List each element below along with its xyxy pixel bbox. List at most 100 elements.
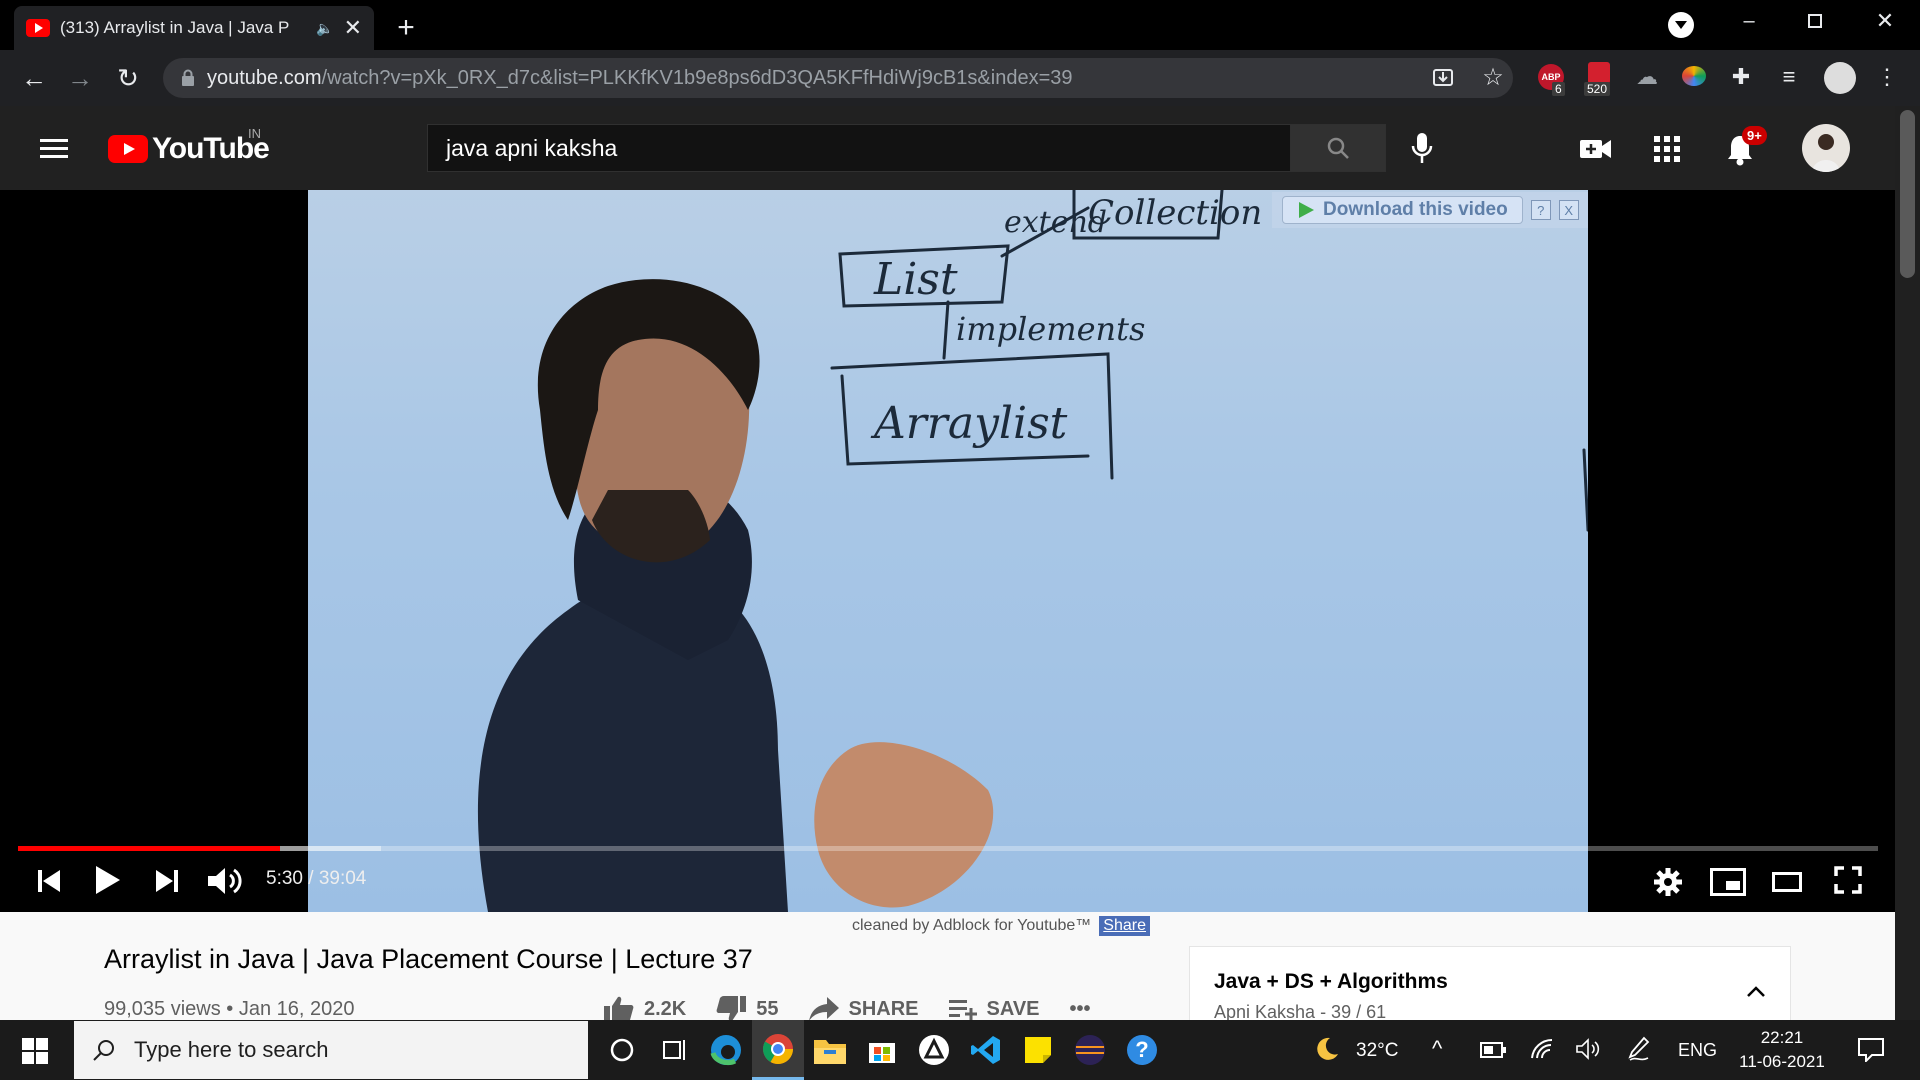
tab-title: (313) Arraylist in Java | Java P xyxy=(60,18,290,37)
progress-played xyxy=(18,846,280,851)
eclipse-ide-icon[interactable] xyxy=(1064,1020,1116,1080)
dislike-button[interactable]: 55 xyxy=(716,996,779,1022)
install-app-icon[interactable] xyxy=(1432,66,1454,88)
url-text: youtube.com/watch?v=pXk_0RX_d7c&list=PLK… xyxy=(207,66,1073,89)
chrome-browser-icon[interactable] xyxy=(752,1020,804,1080)
new-tab-icon[interactable]: + xyxy=(388,10,424,46)
vscode-icon[interactable] xyxy=(960,1020,1012,1080)
svg-text:?: ? xyxy=(1135,1037,1148,1062)
playlist-title[interactable]: Java + DS + Algorithms xyxy=(1214,970,1448,994)
sticky-notes-icon[interactable] xyxy=(1012,1020,1064,1080)
wifi-icon[interactable] xyxy=(1530,1038,1554,1060)
weather-moon-icon[interactable] xyxy=(1314,1036,1340,1062)
play-icon[interactable] xyxy=(96,866,120,894)
input-language[interactable]: ENG xyxy=(1678,1040,1717,1061)
windows-start-icon[interactable] xyxy=(22,1038,48,1064)
search-icon xyxy=(1327,137,1349,159)
search-button[interactable] xyxy=(1290,124,1386,172)
weather-temperature[interactable]: 32°C xyxy=(1356,1040,1398,1062)
forward-icon[interactable]: → xyxy=(64,62,96,94)
extension-count-badge: 520 xyxy=(1584,82,1611,96)
previous-video-icon[interactable] xyxy=(38,870,60,892)
hamburger-menu-icon[interactable] xyxy=(40,138,68,160)
apps-grid-icon[interactable] xyxy=(1654,136,1680,162)
like-button[interactable]: 2.2K xyxy=(604,996,686,1022)
download-video-bar: Download this video ? X xyxy=(1272,192,1588,228)
microsoft-store-icon[interactable] xyxy=(856,1020,908,1080)
chrome-profile-avatar[interactable] xyxy=(1824,62,1856,94)
volume-icon[interactable] xyxy=(208,866,242,896)
media-queue-icon[interactable]: ≡ xyxy=(1774,62,1804,92)
thumbs-down-icon xyxy=(716,996,747,1022)
extension-cloud-icon[interactable]: ☁ xyxy=(1632,62,1662,92)
browser-tab[interactable]: (313) Arraylist in Java | Java P 🔈 ✕ xyxy=(14,6,374,50)
video-still-image: extend Collection List implements Arrayl… xyxy=(477,190,1588,912)
task-view-icon[interactable] xyxy=(648,1020,700,1080)
windows-search-placeholder: Type here to search xyxy=(134,1037,329,1062)
more-actions-button[interactable]: ••• xyxy=(1070,998,1091,1021)
app-icon-white-logo[interactable] xyxy=(908,1020,960,1080)
cortana-icon[interactable] xyxy=(596,1020,648,1080)
board-text-arraylist: Arraylist xyxy=(870,398,1068,449)
youtube-favicon-icon xyxy=(26,19,50,37)
share-arrow-icon xyxy=(808,997,839,1021)
address-bar[interactable]: youtube.com/watch?v=pXk_0RX_d7c&list=PLK… xyxy=(163,58,1513,98)
create-video-icon[interactable] xyxy=(1580,138,1612,160)
download-help-button[interactable]: ? xyxy=(1530,200,1551,220)
notification-badge: 9+ xyxy=(1742,126,1767,145)
thumbs-up-icon xyxy=(604,996,634,1022)
country-code: IN xyxy=(248,126,261,141)
file-explorer-icon[interactable] xyxy=(804,1020,856,1080)
help-question-icon[interactable]: ? xyxy=(1116,1020,1168,1080)
download-video-button[interactable]: Download this video xyxy=(1282,196,1523,224)
battery-icon[interactable] xyxy=(1480,1042,1506,1058)
back-icon[interactable]: ← xyxy=(18,62,50,94)
pen-ink-icon[interactable] xyxy=(1628,1036,1650,1062)
volume-tray-icon[interactable] xyxy=(1576,1038,1602,1060)
board-text-implements: implements xyxy=(956,310,1145,348)
playlist-collapse-chevron-icon[interactable] xyxy=(1746,986,1766,998)
adblock-share-link[interactable]: Share xyxy=(1099,916,1150,936)
miniplayer-icon[interactable] xyxy=(1710,868,1746,896)
minimize-icon[interactable]: – xyxy=(1734,6,1764,36)
board-text-list: List xyxy=(873,254,958,305)
show-hidden-icons-chevron-icon[interactable]: ^ xyxy=(1432,1036,1442,1062)
playlist-add-icon xyxy=(948,1000,977,1020)
chrome-menu-icon[interactable]: ⋮ xyxy=(1874,62,1900,92)
youtube-logo[interactable]: YouTube xyxy=(108,132,270,166)
windows-search-box[interactable]: Type here to search xyxy=(74,1021,588,1079)
lock-icon[interactable] xyxy=(181,69,195,87)
tab-search-icon[interactable] xyxy=(1668,12,1694,38)
adblock-text: cleaned by Adblock for Youtube™ xyxy=(852,917,1092,934)
save-button[interactable]: SAVE xyxy=(948,998,1040,1021)
extension-red-icon[interactable] xyxy=(1588,62,1610,84)
time-display: 5:30 / 39:04 xyxy=(266,868,367,889)
download-close-button[interactable]: X xyxy=(1558,200,1579,220)
clock[interactable]: 22:21 11-06-2021 xyxy=(1736,1026,1828,1074)
theater-mode-icon[interactable] xyxy=(1772,872,1802,892)
fullscreen-icon[interactable] xyxy=(1834,866,1862,894)
window-close-icon[interactable]: ✕ xyxy=(1870,6,1900,36)
reload-icon[interactable]: ↻ xyxy=(112,62,144,94)
account-avatar[interactable] xyxy=(1802,124,1850,172)
extensions-puzzle-icon[interactable]: ✚ xyxy=(1726,62,1756,92)
video-frame[interactable]: extend Collection List implements Arrayl… xyxy=(308,190,1588,912)
action-center-icon[interactable] xyxy=(1858,1038,1884,1062)
share-button[interactable]: SHARE xyxy=(808,997,919,1021)
bookmark-star-icon[interactable]: ☆ xyxy=(1478,62,1508,92)
views-and-date: 99,035 views • Jan 16, 2020 xyxy=(104,998,355,1020)
clock-date: 11-06-2021 xyxy=(1739,1052,1825,1071)
restore-icon[interactable] xyxy=(1808,14,1822,28)
like-count: 2.2K xyxy=(644,997,687,1020)
more-icon: ••• xyxy=(1069,997,1091,1020)
extension-color-icon[interactable] xyxy=(1682,66,1706,86)
edge-browser-icon[interactable] xyxy=(700,1020,752,1080)
voice-search-icon[interactable] xyxy=(1410,132,1434,164)
next-video-icon[interactable] xyxy=(156,870,178,892)
magnifier-icon xyxy=(93,1040,114,1061)
settings-gear-icon[interactable] xyxy=(1654,868,1682,896)
scrollbar-thumb[interactable] xyxy=(1900,110,1915,278)
tab-close-icon[interactable]: ✕ xyxy=(344,15,362,41)
search-input[interactable]: java apni kaksha xyxy=(427,124,1291,172)
speaker-icon[interactable]: 🔈 xyxy=(316,20,333,37)
